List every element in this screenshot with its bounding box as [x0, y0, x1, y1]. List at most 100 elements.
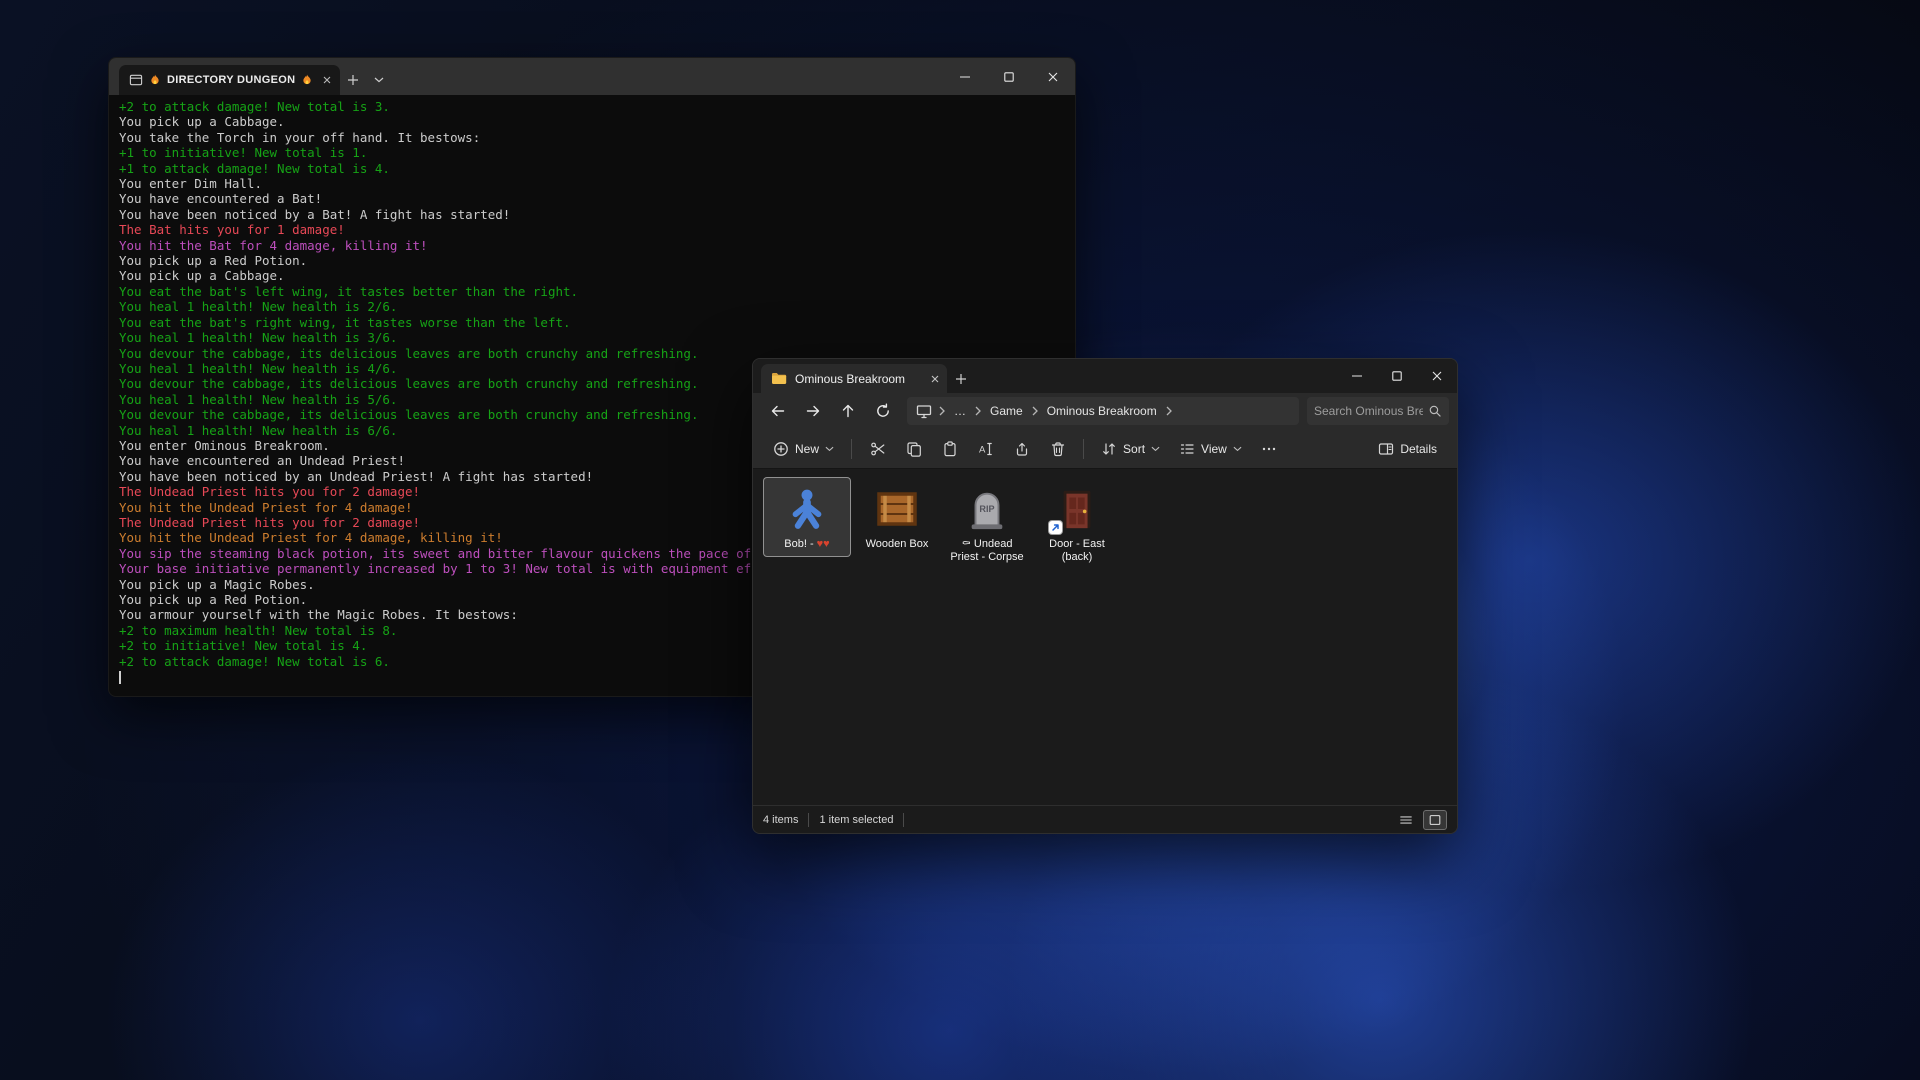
breadcrumb-device-button[interactable] — [915, 404, 933, 419]
file-item-label: ⚰ Undead Priest - Corpse — [946, 538, 1028, 564]
close-icon — [1432, 371, 1442, 381]
maximize-icon — [1392, 371, 1402, 381]
maximize-button[interactable] — [1377, 359, 1417, 393]
details-button-label: Details — [1400, 442, 1437, 456]
explorer-caption-buttons — [1337, 359, 1457, 393]
terminal-line: You pick up a Red Potion. — [119, 253, 1065, 268]
plus-icon — [348, 75, 358, 85]
search-icon — [1428, 404, 1442, 418]
terminal-line: +2 to attack damage! New total is 3. — [119, 99, 1065, 114]
terminal-line: You have been noticed by a Bat! A fight … — [119, 207, 1065, 222]
explorer-tab[interactable]: Ominous Breakroom — [761, 364, 947, 393]
terminal-line: You hit the Bat for 4 damage, killing it… — [119, 238, 1065, 253]
close-button[interactable] — [1417, 359, 1457, 393]
explorer-titlebar[interactable]: Ominous Breakroom — [753, 359, 1457, 393]
plus-icon — [956, 374, 966, 384]
door-icon — [1052, 484, 1102, 534]
terminal-tab[interactable]: DIRECTORY DUNGEON — [119, 65, 340, 95]
arrow-up-icon — [840, 403, 856, 419]
minimize-button[interactable] — [943, 58, 987, 95]
copy-button[interactable] — [897, 434, 930, 464]
terminal-tab-close-button[interactable] — [323, 76, 331, 84]
breadcrumb-overflow-button[interactable]: … — [951, 404, 969, 418]
minimize-icon — [1352, 371, 1362, 381]
new-button-label: New — [795, 442, 819, 456]
terminal-new-tab-button[interactable] — [340, 65, 366, 95]
hearts-icon: ♥♥ — [817, 538, 830, 550]
file-item-bob[interactable]: Bob! -♥♥ — [763, 477, 851, 557]
file-item-undead-priest-corpse[interactable]: RIP ⚰ Undead Priest - Corpse — [943, 477, 1031, 570]
chevron-down-icon — [825, 446, 834, 452]
terminal-line: The Bat hits you for 1 damage! — [119, 222, 1065, 237]
terminal-cursor — [119, 671, 121, 684]
explorer-tab-close-button[interactable] — [931, 375, 939, 383]
file-item-label: Bob! -♥♥ — [784, 538, 829, 551]
flame-icon — [302, 74, 312, 87]
explorer-new-tab-button[interactable] — [947, 364, 975, 393]
more-options-button[interactable] — [1253, 434, 1286, 464]
sort-button-label: Sort — [1123, 442, 1145, 456]
scissors-icon — [870, 441, 886, 457]
rename-button[interactable]: A — [969, 434, 1002, 464]
terminal-line: +1 to attack damage! New total is 4. — [119, 161, 1065, 176]
view-button[interactable]: View — [1171, 434, 1250, 464]
flame-icon — [150, 74, 160, 87]
large-icons-view-toggle[interactable] — [1423, 810, 1447, 830]
svg-text:A: A — [979, 444, 986, 455]
terminal-line: +1 to initiative! New total is 1. — [119, 145, 1065, 160]
breadcrumb-segment-game[interactable]: Game — [987, 404, 1026, 418]
search-input[interactable] — [1314, 404, 1423, 418]
arrow-left-icon — [770, 403, 786, 419]
explorer-status-bar: 4 items 1 item selected — [753, 805, 1457, 833]
close-icon — [931, 375, 939, 383]
rename-icon: A — [978, 441, 994, 457]
file-item-door-east[interactable]: Door - East (back) — [1033, 477, 1121, 570]
forward-button[interactable] — [796, 396, 829, 426]
terminal-line: You heal 1 health! New health is 3/6. — [119, 330, 1065, 345]
view-icon — [1179, 441, 1195, 457]
desktop: DIRECTORY DUNGEON +2 to attack damage! N… — [0, 0, 1920, 1080]
refresh-button[interactable] — [866, 396, 899, 426]
crate-icon — [872, 484, 922, 534]
terminal-titlebar[interactable]: DIRECTORY DUNGEON — [109, 58, 1075, 95]
terminal-tab-dropdown-button[interactable] — [366, 65, 392, 95]
item-count: 4 items — [763, 814, 798, 826]
ellipsis-icon — [1261, 441, 1277, 457]
folder-icon — [771, 372, 787, 385]
chevron-right-icon — [937, 406, 947, 416]
close-button[interactable] — [1031, 58, 1075, 95]
share-button[interactable] — [1005, 434, 1038, 464]
terminal-line: You have encountered a Bat! — [119, 191, 1065, 206]
details-button[interactable]: Details — [1370, 434, 1445, 464]
chevron-right-icon — [1164, 406, 1174, 416]
monitor-icon — [916, 404, 932, 419]
terminal-app-icon — [129, 73, 143, 87]
terminal-line: You enter Dim Hall. — [119, 176, 1065, 191]
back-button[interactable] — [761, 396, 794, 426]
up-button[interactable] — [831, 396, 864, 426]
person-icon — [782, 484, 832, 534]
chevron-right-icon — [1030, 406, 1040, 416]
refresh-icon — [875, 403, 891, 419]
cut-button[interactable] — [861, 434, 894, 464]
paste-button[interactable] — [933, 434, 966, 464]
terminal-tab-title: DIRECTORY DUNGEON — [167, 74, 295, 86]
terminal-line: You take the Torch in your off hand. It … — [119, 130, 1065, 145]
file-item-label: Wooden Box — [866, 538, 929, 551]
explorer-window: Ominous Breakroom — [752, 358, 1458, 834]
toolbar-divider — [851, 439, 852, 459]
minimize-button[interactable] — [1337, 359, 1377, 393]
details-view-toggle[interactable] — [1394, 810, 1418, 830]
delete-button[interactable] — [1041, 434, 1074, 464]
svg-text:RIP: RIP — [979, 504, 994, 514]
list-view-icon — [1399, 813, 1413, 827]
new-button[interactable]: New — [765, 434, 842, 464]
breadcrumb-segment-current[interactable]: Ominous Breakroom — [1044, 404, 1160, 418]
explorer-file-list: Bob! -♥♥ Wooden Box — [753, 469, 1457, 805]
file-item-wooden-box[interactable]: Wooden Box — [853, 477, 941, 557]
file-item-label: Door - East (back) — [1036, 538, 1118, 564]
sort-button[interactable]: Sort — [1093, 434, 1168, 464]
maximize-button[interactable] — [987, 58, 1031, 95]
paste-icon — [942, 441, 958, 457]
plus-circle-icon — [773, 441, 789, 457]
